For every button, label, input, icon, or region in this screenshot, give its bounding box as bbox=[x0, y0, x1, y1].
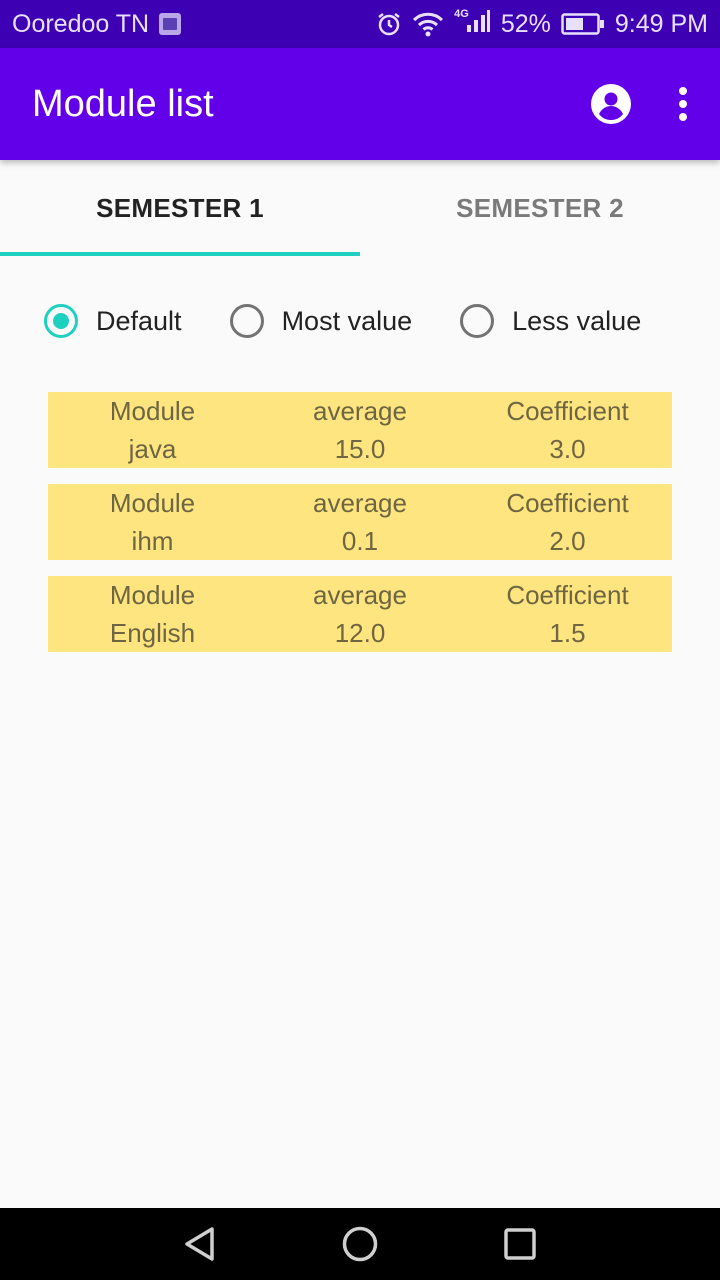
module-average: 15.0 bbox=[334, 434, 386, 464]
battery-percent: 52% bbox=[500, 9, 551, 38]
module-coefficient: 3.0 bbox=[549, 434, 586, 464]
average-header: average bbox=[313, 580, 407, 610]
battery-icon bbox=[561, 12, 605, 36]
average-header: average bbox=[313, 488, 407, 518]
coefficient-header: Coefficient bbox=[506, 396, 629, 426]
app-bar: Module list bbox=[0, 48, 720, 160]
coefficient-header: Coefficient bbox=[506, 488, 629, 518]
page-title: Module list bbox=[32, 82, 214, 125]
module-name: English bbox=[109, 618, 196, 648]
clock: 9:49 PM bbox=[614, 9, 708, 38]
wifi-icon bbox=[412, 11, 444, 37]
module-name: java bbox=[128, 434, 177, 464]
radio-less-value[interactable]: Less value bbox=[460, 304, 641, 338]
back-icon[interactable] bbox=[182, 1226, 218, 1267]
module-card-english[interactable]: Module English average 12.0 Coefficient 1.5 bbox=[48, 576, 672, 652]
module-header: Module bbox=[109, 488, 196, 518]
module-header: Module bbox=[109, 396, 196, 426]
module-card-ihm[interactable]: Module ihm average 0.1 Coefficient 2.0 bbox=[48, 484, 672, 560]
radio-unchecked-icon bbox=[229, 304, 264, 338]
tab-semester-2[interactable]: SEMESTER 2 bbox=[360, 160, 720, 256]
module-average: 12.0 bbox=[334, 618, 386, 648]
module-card-java[interactable]: Module java average 15.0 Coefficient 3.0 bbox=[48, 392, 672, 468]
radio-label-less-value: Less value bbox=[512, 305, 642, 336]
radio-label-most-value: Most value bbox=[281, 305, 413, 336]
sort-radio-group: Default Most value Less value bbox=[44, 300, 641, 342]
more-vert-icon[interactable] bbox=[678, 86, 688, 122]
home-icon[interactable] bbox=[342, 1226, 378, 1267]
account-circle-icon[interactable] bbox=[590, 83, 632, 125]
carrier-name: Ooredoo TN bbox=[12, 9, 150, 38]
navigation-bar bbox=[0, 1208, 720, 1280]
module-coefficient: 2.0 bbox=[549, 526, 586, 556]
radio-default[interactable]: Default bbox=[44, 304, 182, 338]
radio-label-default: Default bbox=[96, 305, 182, 336]
gallery-icon bbox=[159, 13, 182, 35]
module-coefficient: 1.5 bbox=[549, 618, 586, 648]
radio-most-value[interactable]: Most value bbox=[229, 304, 413, 338]
coefficient-header: Coefficient bbox=[506, 580, 629, 610]
radio-unchecked-icon bbox=[460, 304, 495, 338]
module-name: ihm bbox=[131, 526, 174, 556]
recents-icon[interactable] bbox=[502, 1226, 538, 1267]
module-header: Module bbox=[109, 580, 196, 610]
module-average: 0.1 bbox=[341, 526, 379, 556]
semester-tabs: SEMESTER 1 SEMESTER 2 bbox=[0, 160, 720, 256]
tab-semester-1[interactable]: SEMESTER 1 bbox=[0, 160, 360, 256]
network-type: 4G bbox=[454, 8, 469, 20]
alarm-icon bbox=[376, 11, 402, 37]
status-bar: Ooredoo TN 4G 52% 9:49 PM bbox=[0, 0, 720, 48]
average-header: average bbox=[313, 396, 407, 426]
module-list: Module java average 15.0 Coefficient 3.0 Mo… bbox=[48, 392, 672, 668]
radio-checked-icon bbox=[44, 304, 78, 338]
